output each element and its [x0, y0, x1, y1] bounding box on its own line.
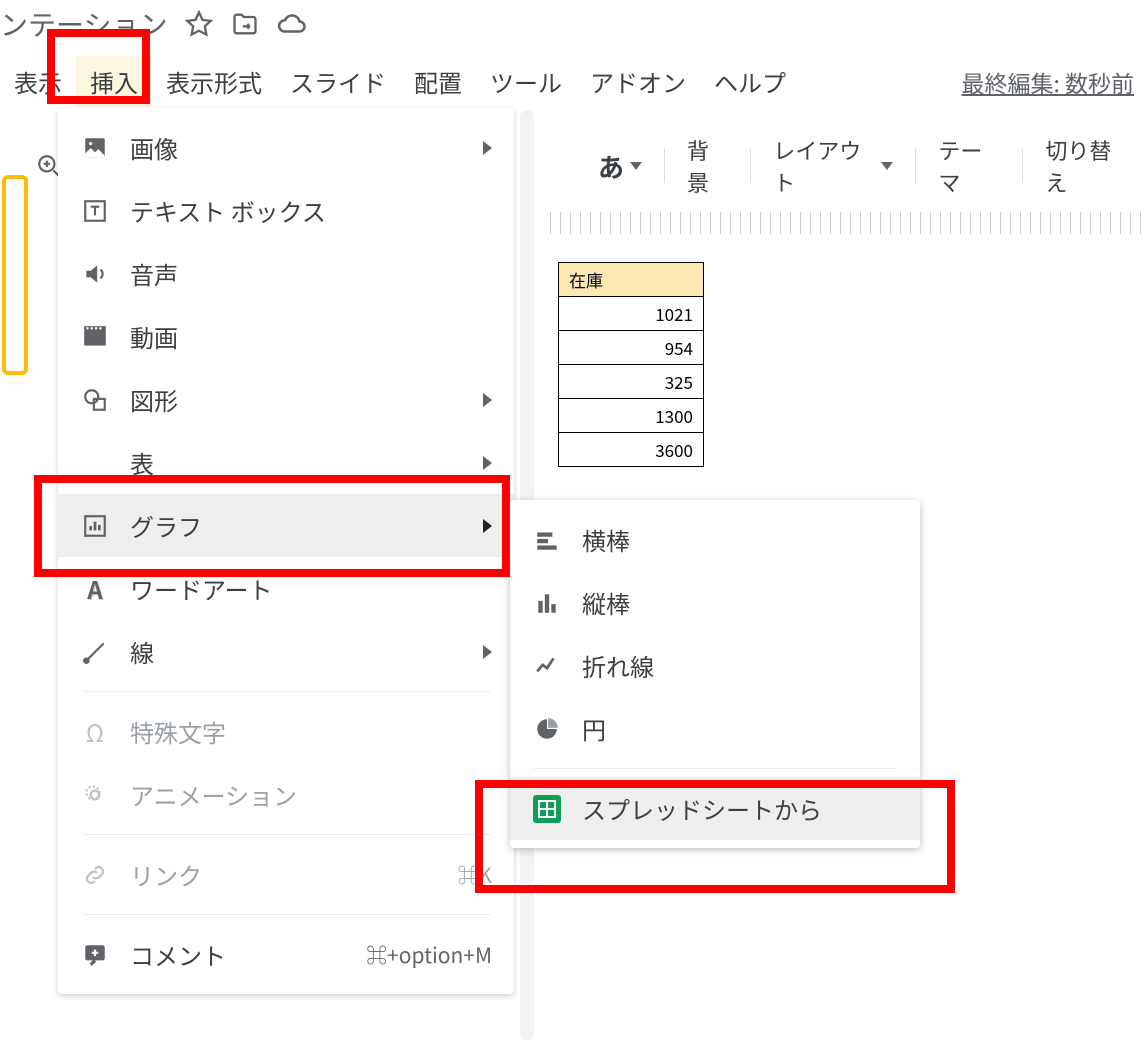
divider	[534, 768, 896, 769]
insert-textbox[interactable]: テキスト ボックス	[58, 179, 514, 242]
chevron-right-icon	[483, 388, 492, 412]
menu-tools[interactable]: ツール	[476, 56, 576, 107]
chevron-right-icon	[483, 451, 492, 475]
menu-addons[interactable]: アドオン	[576, 56, 700, 107]
audio-icon	[80, 259, 110, 289]
slide-panel	[0, 175, 40, 375]
chart-bar-horizontal[interactable]: 横棒	[510, 508, 920, 571]
chart-line[interactable]: 折れ線	[510, 634, 920, 697]
theme-button[interactable]: テーマ	[920, 128, 1018, 204]
insert-dropdown: 画像 テキスト ボックス 音声 動画 図形 表 グラフ A ワードアート 線 Ω	[58, 108, 514, 994]
menu-arrange[interactable]: 配置	[400, 56, 476, 107]
menu-insert[interactable]: 挿入	[76, 56, 152, 107]
menu-help[interactable]: ヘルプ	[700, 56, 800, 107]
input-method-button[interactable]: あ	[580, 142, 660, 191]
line-icon	[80, 637, 110, 667]
image-icon	[80, 133, 110, 163]
embedded-table: 在庫 1021 954 325 1300 3600	[558, 262, 704, 467]
textbox-icon	[80, 196, 110, 226]
chart-bar-vertical[interactable]: 縦棒	[510, 571, 920, 634]
divider	[82, 691, 490, 692]
chevron-down-icon	[881, 162, 893, 170]
chart-pie[interactable]: 円	[510, 697, 920, 760]
insert-link: リンク ⌘K	[58, 843, 514, 906]
chevron-right-icon	[483, 136, 492, 160]
chart-icon	[80, 511, 110, 541]
omega-icon: Ω	[80, 717, 110, 747]
star-icon[interactable]	[185, 10, 213, 38]
menu-view[interactable]: 表示	[0, 56, 76, 107]
insert-special-chars: Ω 特殊文字	[58, 700, 514, 763]
divider	[82, 834, 490, 835]
chevron-right-icon	[483, 514, 492, 538]
ruler	[550, 212, 1146, 234]
slide-thumbnail[interactable]	[2, 175, 28, 375]
insert-line[interactable]: 線	[58, 620, 514, 683]
insert-image[interactable]: 画像	[58, 116, 514, 179]
insert-comment[interactable]: コメント ⌘+option+M	[58, 923, 514, 986]
shape-icon	[80, 385, 110, 415]
insert-chart[interactable]: グラフ	[58, 494, 514, 557]
video-icon	[80, 322, 110, 352]
pie-icon	[532, 714, 562, 744]
shortcut-label: ⌘K	[457, 860, 492, 890]
wordart-icon: A	[80, 574, 110, 604]
line-chart-icon	[532, 651, 562, 681]
insert-table[interactable]: 表	[58, 431, 514, 494]
insert-wordart[interactable]: A ワードアート	[58, 557, 514, 620]
table-header: 在庫	[559, 263, 704, 297]
divider	[82, 914, 490, 915]
title-fragment: ンテーション	[0, 4, 167, 44]
animation-icon	[80, 780, 110, 810]
table-cell: 1300	[559, 399, 704, 433]
insert-shape[interactable]: 図形	[58, 368, 514, 431]
comment-icon	[80, 940, 110, 970]
sheets-icon	[532, 794, 562, 824]
separator	[664, 149, 665, 183]
separator	[915, 149, 916, 183]
separator	[1022, 149, 1023, 183]
menu-format[interactable]: 表示形式	[152, 56, 276, 107]
table-cell: 1021	[559, 297, 704, 331]
chevron-right-icon	[483, 640, 492, 664]
shortcut-label: ⌘+option+M	[366, 940, 492, 970]
table-cell: 3600	[559, 433, 704, 467]
last-edit-link[interactable]: 最終編集: 数秒前	[961, 65, 1146, 99]
table-cell: 954	[559, 331, 704, 365]
table-icon	[80, 448, 110, 478]
link-icon	[80, 860, 110, 890]
chart-from-spreadsheet[interactable]: スプレッドシートから	[510, 777, 920, 840]
insert-video[interactable]: 動画	[58, 305, 514, 368]
transition-button[interactable]: 切り替え	[1027, 128, 1146, 204]
insert-audio[interactable]: 音声	[58, 242, 514, 305]
table-cell: 325	[559, 365, 704, 399]
insert-animation: アニメーション	[58, 763, 514, 826]
chart-submenu: 横棒 縦棒 折れ線 円 スプレッドシートから	[510, 500, 920, 848]
separator	[750, 149, 751, 183]
background-button[interactable]: 背景	[669, 128, 746, 204]
chevron-down-icon	[630, 162, 642, 170]
menu-slide[interactable]: スライド	[276, 56, 400, 107]
layout-button[interactable]: レイアウト	[755, 128, 911, 204]
bar-h-icon	[532, 525, 562, 555]
cloud-icon[interactable]	[277, 9, 307, 39]
bar-v-icon	[532, 588, 562, 618]
move-folder-icon[interactable]	[231, 10, 259, 38]
